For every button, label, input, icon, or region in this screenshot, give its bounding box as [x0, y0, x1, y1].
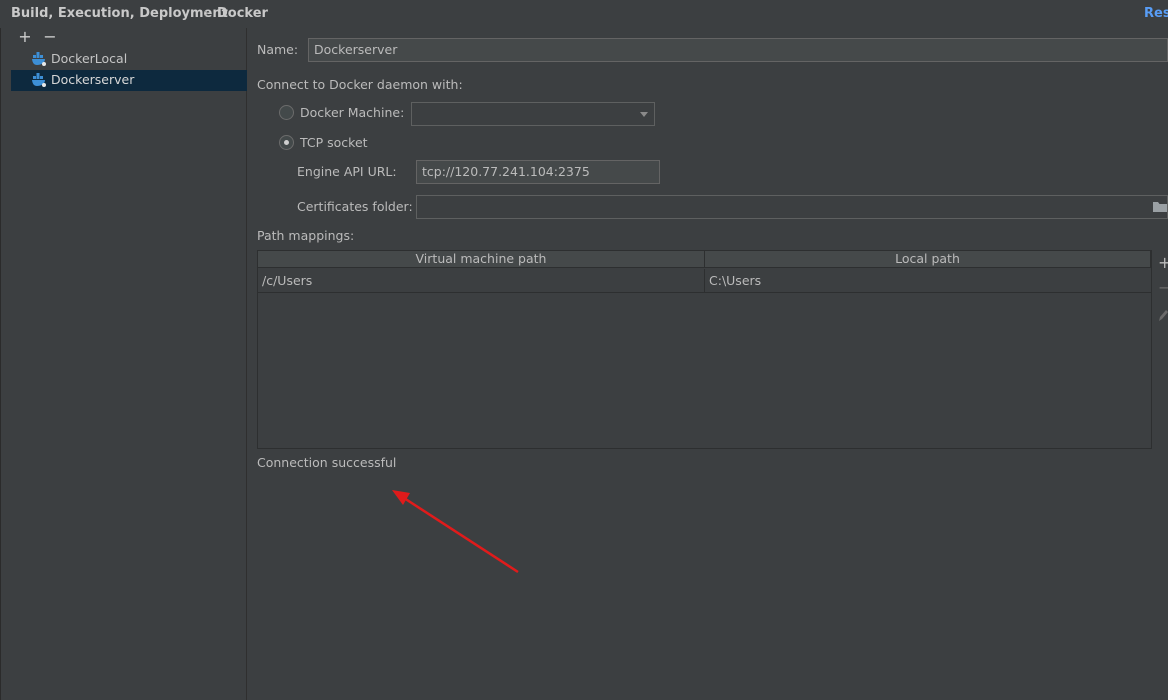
docker-machine-radio[interactable] [279, 105, 294, 120]
column-header-virtual-machine-path[interactable]: Virtual machine path [258, 251, 705, 268]
tcp-socket-radio[interactable] [279, 135, 294, 150]
certificates-folder-field[interactable] [416, 195, 1168, 219]
engine-api-url-field[interactable]: tcp://120.77.241.104:2375 [416, 160, 660, 184]
remove-server-button[interactable]: − [42, 29, 58, 45]
name-field[interactable]: Dockerserver [308, 38, 1168, 62]
docker-machine-label: Docker Machine: [300, 105, 405, 120]
docker-machine-dropdown[interactable] [411, 102, 655, 126]
folder-icon[interactable] [1153, 201, 1168, 213]
breadcrumb-current: Docker [217, 6, 268, 21]
docker-icon [32, 52, 46, 66]
edit-mapping-icon[interactable] [1158, 308, 1168, 322]
add-mapping-button[interactable]: + [1158, 253, 1168, 272]
connect-label: Connect to Docker daemon with: [257, 77, 463, 92]
breadcrumb-parent[interactable]: Build, Execution, Deployment [11, 6, 228, 21]
add-server-button[interactable]: + [17, 29, 33, 45]
connection-status-text: Connection successful [257, 455, 397, 470]
docker-icon [32, 73, 46, 87]
path-mappings-table: Virtual machine path Local path /c/Users… [257, 250, 1152, 449]
tree-item-dockerserver[interactable]: Dockerserver [11, 70, 247, 91]
remove-mapping-button[interactable]: − [1158, 278, 1168, 297]
reset-link[interactable]: Rese [1144, 6, 1168, 21]
radio-selected-dot [284, 140, 289, 145]
certificates-folder-label: Certificates folder: [297, 199, 413, 214]
tcp-socket-label: TCP socket [300, 135, 368, 150]
table-cell-vm-path: /c/Users [258, 269, 705, 293]
docker-server-list-panel: + − DockerLocal Dockerserver [0, 28, 247, 700]
breadcrumb: Build, Execution, Deployment › Docker Re… [0, 0, 1168, 28]
path-mappings-label: Path mappings: [257, 228, 355, 243]
chevron-down-icon [640, 112, 648, 117]
breadcrumb-separator: › [204, 6, 209, 20]
engine-api-url-label: Engine API URL: [297, 164, 397, 179]
table-cell-local-path: C:\Users [705, 269, 1151, 293]
tree-item-dockerlocal[interactable]: DockerLocal [11, 49, 247, 70]
column-header-local-path[interactable]: Local path [705, 251, 1151, 268]
tree-item-label: DockerLocal [51, 51, 128, 66]
name-label: Name: [257, 42, 299, 57]
tree-item-label: Dockerserver [51, 72, 135, 87]
docker-settings-panel: Name: Dockerserver Connect to Docker dae… [247, 28, 1168, 700]
